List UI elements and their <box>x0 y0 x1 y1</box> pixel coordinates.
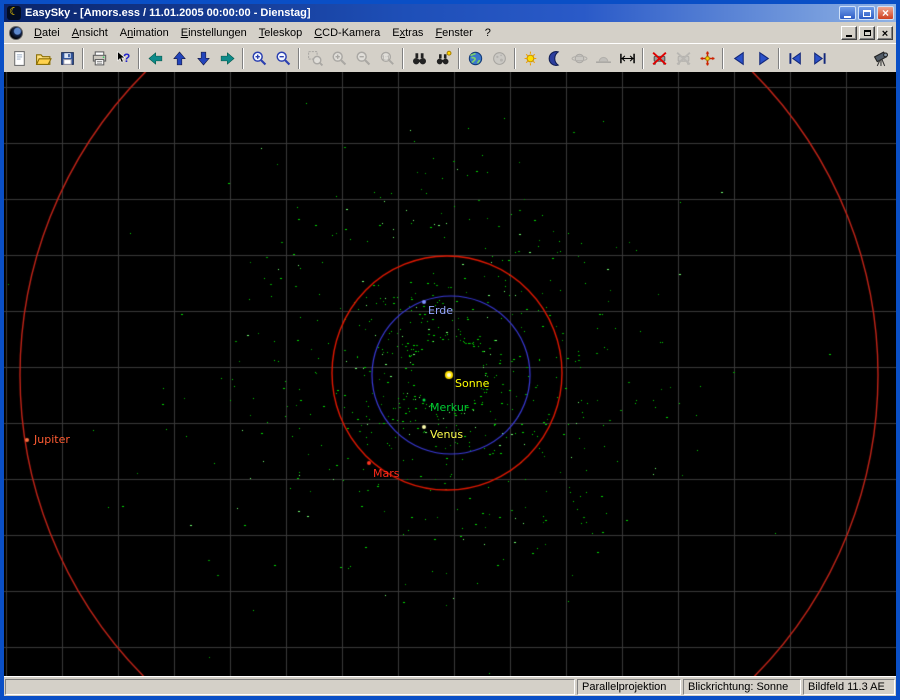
menu-einstellungen[interactable]: Einstellungen <box>175 25 253 41</box>
moon-phase-button[interactable] <box>543 47 567 70</box>
svg-text:1:1: 1:1 <box>381 55 389 61</box>
svg-text:?: ? <box>123 52 130 65</box>
menu-teleskop[interactable]: Teleskop <box>253 25 308 41</box>
label-jupiter: Jupiter <box>34 434 70 446</box>
zoom-out-button[interactable] <box>271 47 295 70</box>
toolbar: ? 1:1 <box>4 43 896 72</box>
restore-button[interactable] <box>858 6 875 20</box>
earth-view-button[interactable] <box>463 47 487 70</box>
close-icon <box>882 4 889 22</box>
toolbar-separator <box>82 48 84 69</box>
window-title: EasySky - [Amors.ess / 11.01.2005 00:00:… <box>25 7 837 19</box>
label-venus: Venus <box>430 429 463 441</box>
close-button[interactable] <box>877 6 894 20</box>
scroll-down-button[interactable] <box>191 47 215 70</box>
sky-view[interactable]: Jupiter Mars Erde Sonne Merkur Venus <box>4 72 896 676</box>
toolbar-separator <box>778 48 780 69</box>
label-mars: Mars <box>373 468 400 480</box>
child-close-icon <box>882 24 888 42</box>
print-button[interactable] <box>87 47 111 70</box>
status-field-size: Bildfeld 11.3 AE <box>803 679 895 695</box>
zoom-in-button[interactable] <box>247 47 271 70</box>
menu-items: DateiAnsichtAnimationEinstellungenTelesk… <box>28 25 497 41</box>
minimize-button[interactable] <box>839 6 856 20</box>
zoom-original-button[interactable]: 1:1 <box>375 47 399 70</box>
save-button[interactable] <box>55 47 79 70</box>
child-close-button[interactable] <box>877 26 893 40</box>
label-merkur: Merkur <box>430 402 468 414</box>
toolbar-separator <box>722 48 724 69</box>
telescope-goto-button[interactable] <box>695 47 719 70</box>
status-main-panel <box>5 679 575 695</box>
zoom-region-button[interactable] <box>303 47 327 70</box>
toolbar-separator <box>298 48 300 69</box>
menu-ccd-kamera[interactable]: CCD-Kamera <box>308 25 386 41</box>
menu-hilfe[interactable]: ? <box>479 25 497 41</box>
child-minimize-icon <box>846 35 852 37</box>
label-sonne: Sonne <box>455 378 489 390</box>
toolbar-separator <box>402 48 404 69</box>
child-restore-button[interactable] <box>859 26 875 40</box>
status-bar: Parallelprojektion Blickrichtung: Sonne … <box>4 676 896 696</box>
menu-datei[interactable]: Datei <box>28 25 66 41</box>
field-width-button[interactable] <box>615 47 639 70</box>
date-forward-button[interactable] <box>807 47 831 70</box>
find-object-button[interactable] <box>407 47 431 70</box>
status-projection: Parallelprojektion <box>577 679 681 695</box>
scroll-up-button[interactable] <box>167 47 191 70</box>
telescope-park-button[interactable] <box>671 47 695 70</box>
moon-view-button[interactable] <box>487 47 511 70</box>
menu-fenster[interactable]: Fenster <box>429 25 478 41</box>
toolbar-separator <box>458 48 460 69</box>
child-minimize-button[interactable] <box>841 26 857 40</box>
step-backward-button[interactable] <box>727 47 751 70</box>
scroll-left-button[interactable] <box>143 47 167 70</box>
sun-center-button[interactable] <box>519 47 543 70</box>
menu-animation[interactable]: Animation <box>114 25 175 41</box>
planet-view-button[interactable] <box>567 47 591 70</box>
date-backward-button[interactable] <box>783 47 807 70</box>
document-icon[interactable] <box>9 26 23 40</box>
open-button[interactable] <box>31 47 55 70</box>
menu-extras[interactable]: Extras <box>386 25 429 41</box>
child-restore-icon <box>864 30 871 36</box>
horizon-view-button[interactable] <box>591 47 615 70</box>
menu-ansicht[interactable]: Ansicht <box>66 25 114 41</box>
status-view-direction: Blickrichtung: Sonne <box>683 679 801 695</box>
restore-icon <box>863 10 871 17</box>
new-button[interactable] <box>7 47 31 70</box>
step-forward-button[interactable] <box>751 47 775 70</box>
scroll-right-button[interactable] <box>215 47 239 70</box>
toolbar-separator <box>242 48 244 69</box>
easysky-window: EasySky - [Amors.ess / 11.01.2005 00:00:… <box>0 0 900 700</box>
context-help-button[interactable]: ? <box>111 47 135 70</box>
sky-canvas[interactable] <box>4 72 896 676</box>
app-icon <box>7 6 21 20</box>
minimize-icon <box>844 16 851 18</box>
toolbar-separator <box>642 48 644 69</box>
find-next-button[interactable] <box>431 47 455 70</box>
toolbar-separator <box>138 48 140 69</box>
zoom-selection-button[interactable] <box>327 47 351 70</box>
telescope-stop-button[interactable] <box>647 47 671 70</box>
label-erde: Erde <box>428 305 453 317</box>
toolbar-separator <box>514 48 516 69</box>
title-bar[interactable]: EasySky - [Amors.ess / 11.01.2005 00:00:… <box>4 4 896 22</box>
menu-bar: DateiAnsichtAnimationEinstellungenTelesk… <box>4 22 896 43</box>
telescope-control-button[interactable] <box>869 47 893 70</box>
zoom-previous-button[interactable] <box>351 47 375 70</box>
